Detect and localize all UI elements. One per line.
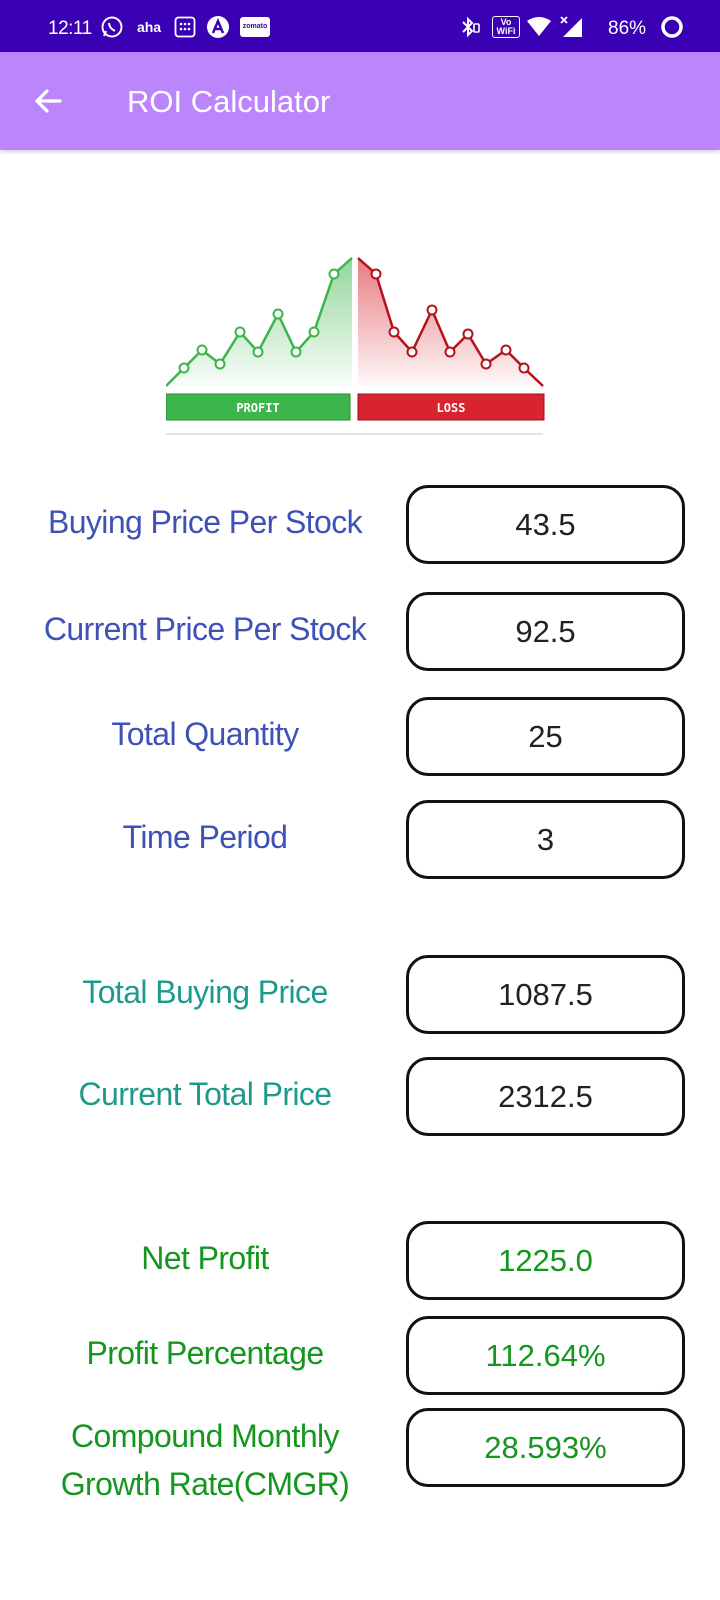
zomato-icon: zomato: [240, 16, 270, 38]
total-buying-price-field: 1087.5: [406, 955, 685, 1034]
status-time: 12:11: [48, 18, 92, 39]
current-price-input[interactable]: 92.5: [406, 592, 685, 671]
status-bar: 12:11 aha zomato Vo WiFi 86%: [0, 0, 720, 52]
time-period-label: Time Period: [122, 819, 288, 855]
net-profit-label: Net Profit: [141, 1240, 269, 1276]
cmgr-label: Compound Monthly Growth Rate(CMGR): [0, 1412, 410, 1508]
profit-loss-illustration: PROFIT LOSS: [165, 218, 553, 446]
cmgr-label-line2: Growth Rate(CMGR): [60, 1466, 350, 1502]
total-quantity-label: Total Quantity: [111, 716, 299, 752]
profit-label: PROFIT: [236, 401, 279, 415]
current-price-label: Current Price Per Stock: [43, 611, 367, 647]
buying-price-label: Buying Price Per Stock: [47, 504, 363, 540]
current-total-price-label: Current Total Price: [78, 1076, 332, 1112]
buying-price-input[interactable]: 43.5: [406, 485, 685, 564]
loss-label: LOSS: [437, 401, 466, 415]
back-button[interactable]: [24, 77, 72, 125]
net-profit-field: 1225.0: [406, 1221, 685, 1300]
profit-percentage-field: 112.64%: [406, 1316, 685, 1395]
profit-percentage-label: Profit Percentage: [86, 1335, 324, 1371]
cmgr-field: 28.593%: [406, 1408, 685, 1487]
battery-icon: [660, 16, 684, 38]
signal-icon: [558, 16, 584, 38]
calculator-app-icon: [174, 16, 196, 38]
time-period-input[interactable]: 3: [406, 800, 685, 879]
app-bar: ROI Calculator: [0, 52, 720, 150]
battery-percentage: 86%: [608, 18, 647, 39]
wifi-icon: [526, 16, 552, 38]
whatsapp-icon: [100, 16, 124, 38]
arrow-back-icon: [35, 89, 62, 113]
cmgr-label-line1: Compound Monthly: [71, 1418, 339, 1454]
bluetooth-icon: [458, 16, 482, 38]
aha-icon: aha: [136, 19, 162, 35]
total-quantity-input[interactable]: 25: [406, 697, 685, 776]
total-buying-price-label: Total Buying Price: [82, 974, 328, 1010]
a-app-icon: [206, 16, 230, 38]
current-total-price-field: 2312.5: [406, 1057, 685, 1136]
vowifi-icon: Vo WiFi: [492, 16, 520, 38]
page-title: ROI Calculator: [127, 84, 331, 119]
